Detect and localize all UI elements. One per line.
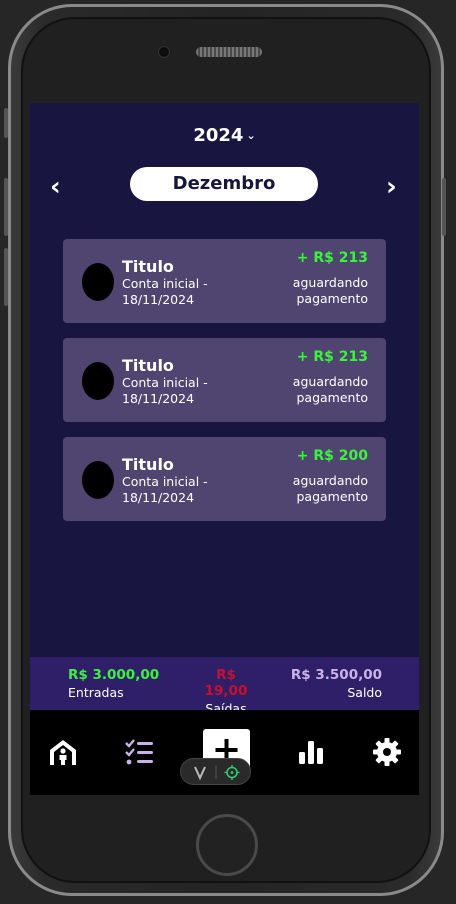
transaction-card[interactable]: Titulo Conta inicial -18/11/2024 + R$ 21… <box>63 338 386 422</box>
volume-up-button <box>4 178 8 236</box>
bottom-tab-bar <box>30 710 419 795</box>
previous-month-button[interactable]: ‹ <box>50 174 61 200</box>
next-month-button[interactable]: › <box>386 174 397 200</box>
checklist-icon <box>125 739 153 765</box>
app-screen: 2024 ⌄ ‹ Dezembro › Titulo Conta inicial … <box>30 103 419 795</box>
gear-icon <box>373 738 401 766</box>
front-camera <box>158 46 170 58</box>
saldo-value: R$ 3.500,00 <box>290 667 382 683</box>
summary-saldo: R$ 3.500,00 Saldo <box>291 667 382 700</box>
toolbar-icons <box>194 765 240 781</box>
transaction-avatar <box>82 461 114 499</box>
transaction-status: aguardando pagamento <box>292 374 368 405</box>
transaction-account-date: Conta inicial -18/11/2024 <box>122 474 208 505</box>
transaction-status: aguardando pagamento <box>292 473 368 504</box>
transaction-account-date: Conta inicial -18/11/2024 <box>122 276 208 307</box>
tab-reports[interactable] <box>296 737 326 767</box>
month-selector[interactable]: Dezembro <box>130 167 318 201</box>
home-icon <box>50 740 76 765</box>
tab-settings[interactable] <box>372 737 402 767</box>
transaction-avatar <box>82 362 114 400</box>
tab-transactions[interactable] <box>124 737 154 767</box>
power-button <box>442 178 446 236</box>
transaction-card[interactable]: Titulo Conta inicial -18/11/2024 + R$ 20… <box>63 437 386 521</box>
transaction-card[interactable]: Titulo Conta inicial -18/11/2024 + R$ 21… <box>63 239 386 323</box>
transaction-amount: + R$ 213 <box>296 349 368 365</box>
entradas-value: R$ 3.000,00 <box>68 667 160 683</box>
year-label: 2024 <box>193 125 244 146</box>
mute-switch <box>4 108 8 138</box>
transaction-account-date: Conta inicial -18/11/2024 <box>122 375 208 406</box>
saldo-label: Saldo <box>347 685 382 700</box>
balance-summary-bar: R$ 3.000,00 Entradas R$ 19,00 Saídas R$ … <box>30 657 419 716</box>
summary-entradas: R$ 3.000,00 Entradas <box>68 667 159 700</box>
month-label: Dezembro <box>172 173 276 194</box>
entradas-label: Entradas <box>68 685 124 700</box>
transaction-amount: + R$ 213 <box>296 250 368 266</box>
chevron-down-icon <box>194 766 206 781</box>
floating-toolbar[interactable] <box>180 758 251 785</box>
transaction-status: aguardando pagamento <box>292 275 368 306</box>
earpiece-speaker <box>196 47 262 57</box>
transaction-avatar <box>82 263 114 301</box>
home-button[interactable] <box>196 814 258 876</box>
transaction-title: Titulo <box>122 257 174 276</box>
volume-down-button <box>4 248 8 306</box>
bar-chart-icon <box>299 741 323 764</box>
tab-home[interactable] <box>48 737 78 767</box>
year-selector[interactable]: 2024 ⌄ <box>30 125 419 146</box>
transaction-amount: + R$ 200 <box>296 448 368 464</box>
transaction-title: Titulo <box>122 455 174 474</box>
chevron-down-icon: ⌄ <box>246 129 256 142</box>
summary-saidas: R$ 19,00 Saídas <box>196 667 256 716</box>
saidas-value: R$ 19,00 <box>204 667 248 699</box>
transaction-title: Titulo <box>122 356 174 375</box>
